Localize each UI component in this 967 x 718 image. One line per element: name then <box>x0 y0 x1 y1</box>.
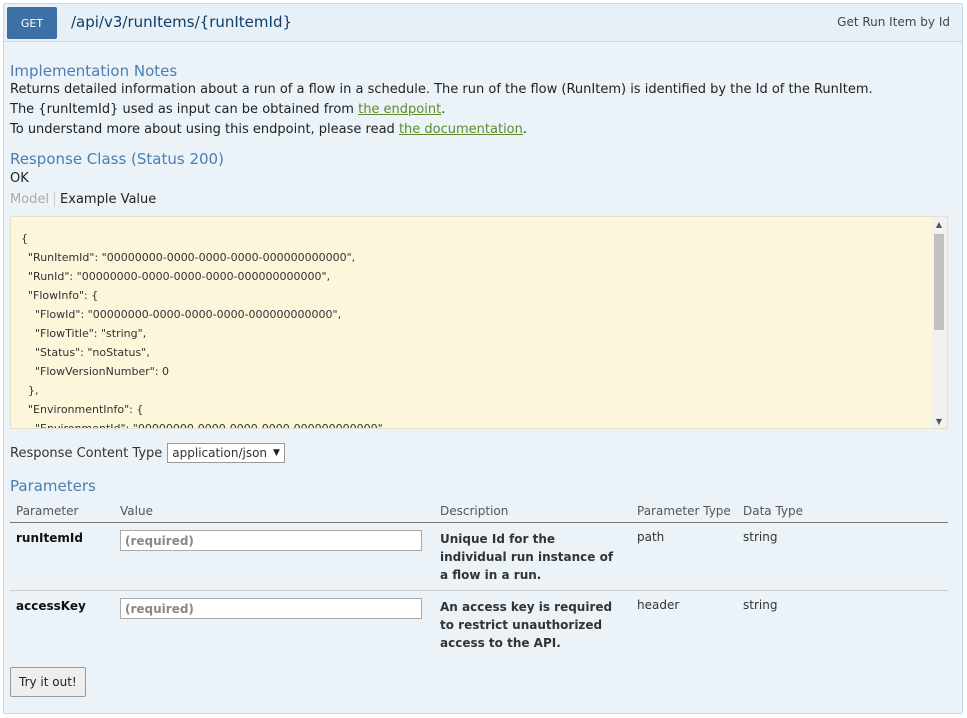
tab-example-value[interactable]: Example Value <box>55 192 156 207</box>
endpoint-link[interactable]: the endpoint <box>358 102 441 117</box>
content-type-selected: application/json <box>172 446 268 460</box>
tab-model[interactable]: Model <box>10 191 56 207</box>
param-name: accessKey <box>16 599 86 613</box>
notes-line-1: Returns detailed information about a run… <box>10 82 873 97</box>
dropdown-arrow-icon: ▼ <box>273 448 280 458</box>
notes-line-2-prefix: The {runItemId} used as input can be obt… <box>10 102 359 117</box>
accesskey-input[interactable] <box>120 598 422 619</box>
param-type: path <box>631 522 737 591</box>
content-type-label: Response Content Type <box>10 445 163 461</box>
table-row: accessKey An access key is required to r… <box>10 591 948 659</box>
operation-header[interactable]: GET /api/v3/runItems/{runItemId} Get Run… <box>4 4 962 42</box>
example-json: { "RunItemId": "00000000-0000-0000-0000-… <box>21 232 387 429</box>
param-value-cell <box>114 522 434 591</box>
table-row: runItemId Unique Id for the individual r… <box>10 522 948 591</box>
implementation-notes: Implementation Notes Returns detailed in… <box>10 62 950 140</box>
notes-line-2: The {runItemId} used as input can be obt… <box>10 100 950 120</box>
response-class-heading: Response Class (Status 200) <box>10 150 224 168</box>
response-class-section: Response Class (Status 200) OK Model Exa… <box>10 150 950 429</box>
column-header-parameter-type: Parameter Type <box>631 500 737 523</box>
runitemid-input[interactable] <box>120 530 422 551</box>
param-description: An access key is required to restrict un… <box>440 600 613 650</box>
notes-line-3-prefix: To understand more about using this endp… <box>10 122 399 137</box>
column-header-description: Description <box>434 500 631 523</box>
documentation-link[interactable]: the documentation <box>399 122 523 137</box>
param-type: header <box>637 598 680 612</box>
notes-line-3-suffix: . <box>522 122 528 137</box>
response-content-type: Response Content Type application/json ▼ <box>10 443 950 463</box>
param-name: runItemId <box>10 522 114 591</box>
param-value-cell <box>114 591 434 659</box>
implementation-notes-heading: Implementation Notes <box>10 62 178 80</box>
example-value-snippet[interactable]: { "RunItemId": "00000000-0000-0000-0000-… <box>10 216 948 429</box>
parameters-section: Parameters Parameter Value Description P… <box>10 477 950 658</box>
endpoint-path[interactable]: /api/v3/runItems/{runItemId} <box>71 13 292 31</box>
parameters-heading: Parameters <box>10 477 96 495</box>
snippet-scrollbar[interactable]: ▲ ▼ <box>931 217 947 428</box>
response-status-text: OK <box>10 171 29 186</box>
scroll-thumb[interactable] <box>934 234 944 330</box>
param-data-type: string <box>737 522 948 591</box>
parameters-table: Parameter Value Description Parameter Ty… <box>10 500 948 658</box>
notes-line-3: To understand more about using this endp… <box>10 120 950 140</box>
column-header-parameter: Parameter <box>10 500 114 523</box>
notes-line-2-suffix: . <box>441 102 446 117</box>
scroll-down-arrow-icon[interactable]: ▼ <box>931 414 947 428</box>
scroll-up-arrow-icon[interactable]: ▲ <box>931 217 947 231</box>
parameters-header-row: Parameter Value Description Parameter Ty… <box>10 500 948 523</box>
model-tabs: Model Example Value <box>10 189 950 209</box>
content-type-select[interactable]: application/json ▼ <box>167 443 285 463</box>
operation-body: Implementation Notes Returns detailed in… <box>10 62 950 658</box>
try-it-out-button[interactable]: Try it out! <box>10 667 86 697</box>
param-data-type: string <box>743 598 778 612</box>
column-header-data-type: Data Type <box>737 500 948 523</box>
http-method-badge[interactable]: GET <box>7 7 57 39</box>
param-description: Unique Id for the individual run instanc… <box>434 522 631 591</box>
operation-summary[interactable]: Get Run Item by Id <box>837 15 950 29</box>
column-header-value: Value <box>114 500 434 523</box>
